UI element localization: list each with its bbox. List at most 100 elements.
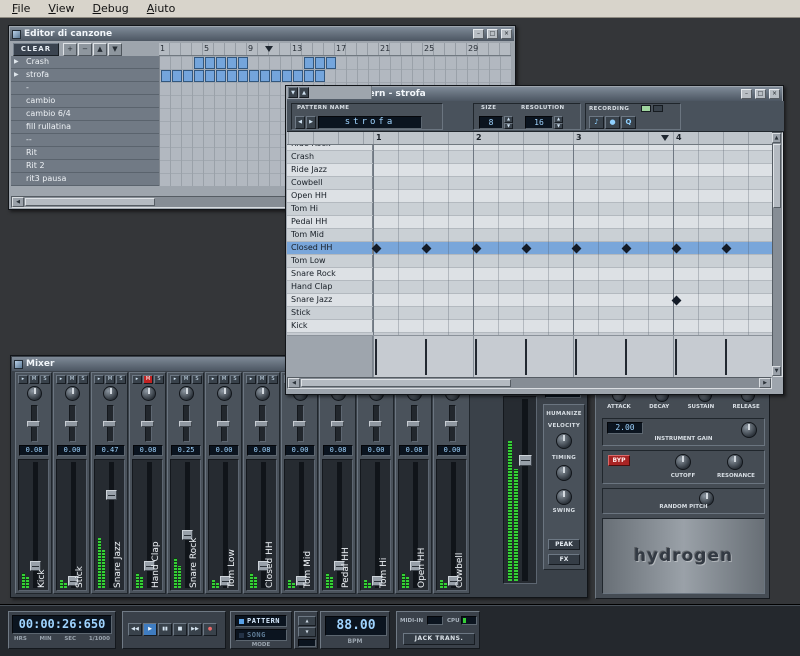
strip-mini-fader-handle[interactable] (65, 421, 78, 427)
pattern-instrument-name[interactable]: Stick (287, 307, 373, 320)
strip-solo-button[interactable]: S (78, 375, 88, 384)
pattern-mode-button[interactable]: PATTERN (235, 615, 287, 627)
strip-mute-button[interactable]: M (219, 375, 229, 384)
close-icon[interactable]: × (769, 89, 780, 99)
pattern-instrument-name[interactable]: Cowbell (287, 177, 373, 190)
pattern-instrument-row[interactable]: Kick (287, 320, 772, 333)
bpm-display[interactable]: 88.00 (325, 616, 387, 636)
pattern-instrument-row[interactable]: Crash (287, 151, 772, 164)
show-fx-button[interactable]: FX (548, 554, 580, 565)
strip-solo-button[interactable]: S (230, 375, 240, 384)
delete-pattern-button[interactable]: − (78, 43, 92, 56)
maximize-icon[interactable]: □ (487, 29, 498, 39)
pattern-instrument-row[interactable]: Cowbell (287, 177, 772, 190)
pattern-instrument-row[interactable]: Stick (287, 307, 772, 320)
master-fader-handle[interactable] (519, 455, 532, 466)
menu-item-debug[interactable]: Debug (85, 1, 137, 16)
filter-bypass-button[interactable]: BYP (608, 455, 630, 466)
velocity-bar[interactable] (475, 339, 477, 375)
size-spinner[interactable]: ▲ ▼ (504, 116, 513, 129)
strip-mini-fader-handle[interactable] (255, 421, 268, 427)
strip-mini-fader[interactable] (183, 405, 190, 442)
pattern-instrument-row[interactable]: Tom Low (287, 255, 772, 268)
scroll-handle[interactable] (773, 144, 781, 208)
song-editor-titlebar[interactable]: Editor di canzone – □ × (10, 27, 514, 41)
resolution-display[interactable]: 16 (525, 116, 553, 129)
velocity-bar[interactable] (425, 339, 427, 375)
transport-rewind-button[interactable]: ◀◀ (128, 623, 142, 636)
pattern-name-display[interactable]: strofa (318, 116, 422, 129)
strip-trigger-button[interactable]: ▸ (94, 375, 104, 384)
song-pattern-row[interactable]: Rit 2 (11, 160, 159, 173)
spin-down-icon[interactable]: ▼ (554, 123, 563, 130)
strip-mini-fader[interactable] (449, 405, 456, 442)
pattern-instrument-name[interactable]: Kick (287, 320, 373, 333)
song-pattern-row[interactable]: - (11, 82, 159, 95)
pattern-instrument-name[interactable]: Crash (287, 151, 373, 164)
song-grid-cell[interactable] (315, 57, 325, 69)
song-grid-cell[interactable] (293, 70, 303, 82)
prev-pattern-button[interactable]: ◀ (295, 116, 305, 129)
pattern-instrument-row[interactable]: Pedal HH (287, 216, 772, 229)
song-grid-cell[interactable] (227, 57, 237, 69)
song-grid-cell[interactable] (315, 70, 325, 82)
cutoff-knob[interactable] (675, 454, 691, 470)
pattern-instrument-name[interactable]: Pedal HH (287, 216, 373, 229)
song-grid-cell[interactable] (172, 70, 182, 82)
strip-mute-button[interactable]: M (143, 375, 153, 384)
song-grid-cell[interactable] (216, 57, 226, 69)
strip-trigger-button[interactable]: ▸ (132, 375, 142, 384)
song-grid-cell[interactable] (304, 57, 314, 69)
move-pattern-down-button[interactable]: ▼ (108, 43, 122, 56)
pattern-instrument-row[interactable]: Snare Rock (287, 268, 772, 281)
pan-knob[interactable] (65, 386, 80, 401)
pattern-instrument-row[interactable]: Tom Mid (287, 229, 772, 242)
song-grid-cell[interactable] (271, 70, 281, 82)
song-pattern-row[interactable]: cambio 6/4 (11, 108, 159, 121)
strip-mini-fader[interactable] (145, 405, 152, 442)
pattern-hear-button[interactable]: ♪ (589, 116, 604, 129)
song-playhead-marker-icon[interactable] (265, 46, 273, 52)
song-pattern-row[interactable]: ▶Crash (11, 56, 159, 69)
velocity-bar[interactable] (525, 339, 527, 375)
pattern-horizontal-scrollbar[interactable]: ◀ ▶ (287, 377, 772, 389)
minimize-icon[interactable]: – (741, 89, 752, 99)
strip-mute-button[interactable]: M (105, 375, 115, 384)
song-grid-cell[interactable] (260, 70, 270, 82)
song-grid-cell[interactable] (227, 70, 237, 82)
strip-mute-button[interactable]: M (181, 375, 191, 384)
pattern-instrument-name[interactable]: Hand Clap (287, 281, 373, 294)
strip-mini-fader[interactable] (221, 405, 228, 442)
strip-mini-fader-handle[interactable] (407, 421, 420, 427)
song-pattern-row[interactable]: -- (11, 134, 159, 147)
strip-mute-button[interactable]: M (67, 375, 77, 384)
pan-knob[interactable] (217, 386, 232, 401)
song-grid-cell[interactable] (205, 70, 215, 82)
resolution-spinner[interactable]: ▲ ▼ (554, 116, 563, 129)
pattern-instrument-row[interactable]: Snare Jazz (287, 294, 772, 307)
jack-transport-button[interactable]: JACK TRANS. (403, 633, 475, 645)
menu-item-file[interactable]: File (4, 1, 38, 16)
menu-item-aiuto[interactable]: Aiuto (139, 1, 184, 16)
transport-play-button[interactable]: ▶ (143, 623, 157, 636)
strip-mini-fader[interactable] (107, 405, 114, 442)
scroll-up-icon[interactable]: ▲ (772, 133, 781, 143)
transport-record-button[interactable]: ● (203, 623, 217, 636)
pattern-quantize-button[interactable]: Q (621, 116, 636, 129)
strip-solo-button[interactable]: S (154, 375, 164, 384)
strip-mini-fader[interactable] (69, 405, 76, 442)
song-pattern-row[interactable]: ▶strofa (11, 69, 159, 82)
pattern-instrument-name[interactable]: Snare Rock (287, 268, 373, 281)
transport-stop-button[interactable]: ■ (173, 623, 187, 636)
pattern-record-button[interactable]: ● (605, 116, 620, 129)
strip-mini-fader[interactable] (259, 405, 266, 442)
strip-solo-button[interactable]: S (268, 375, 278, 384)
pan-knob[interactable] (27, 386, 42, 401)
pattern-instrument-row[interactable]: Tom Hi (287, 203, 772, 216)
pattern-instrument-row[interactable]: Hand Clap (287, 281, 772, 294)
song-grid-cell[interactable] (161, 70, 171, 82)
pan-knob[interactable] (141, 386, 156, 401)
scroll-down-icon[interactable]: ▼ (772, 366, 781, 376)
pattern-instrument-name[interactable]: Tom Low (287, 255, 373, 268)
show-peaks-button[interactable]: PEAK (548, 539, 580, 550)
